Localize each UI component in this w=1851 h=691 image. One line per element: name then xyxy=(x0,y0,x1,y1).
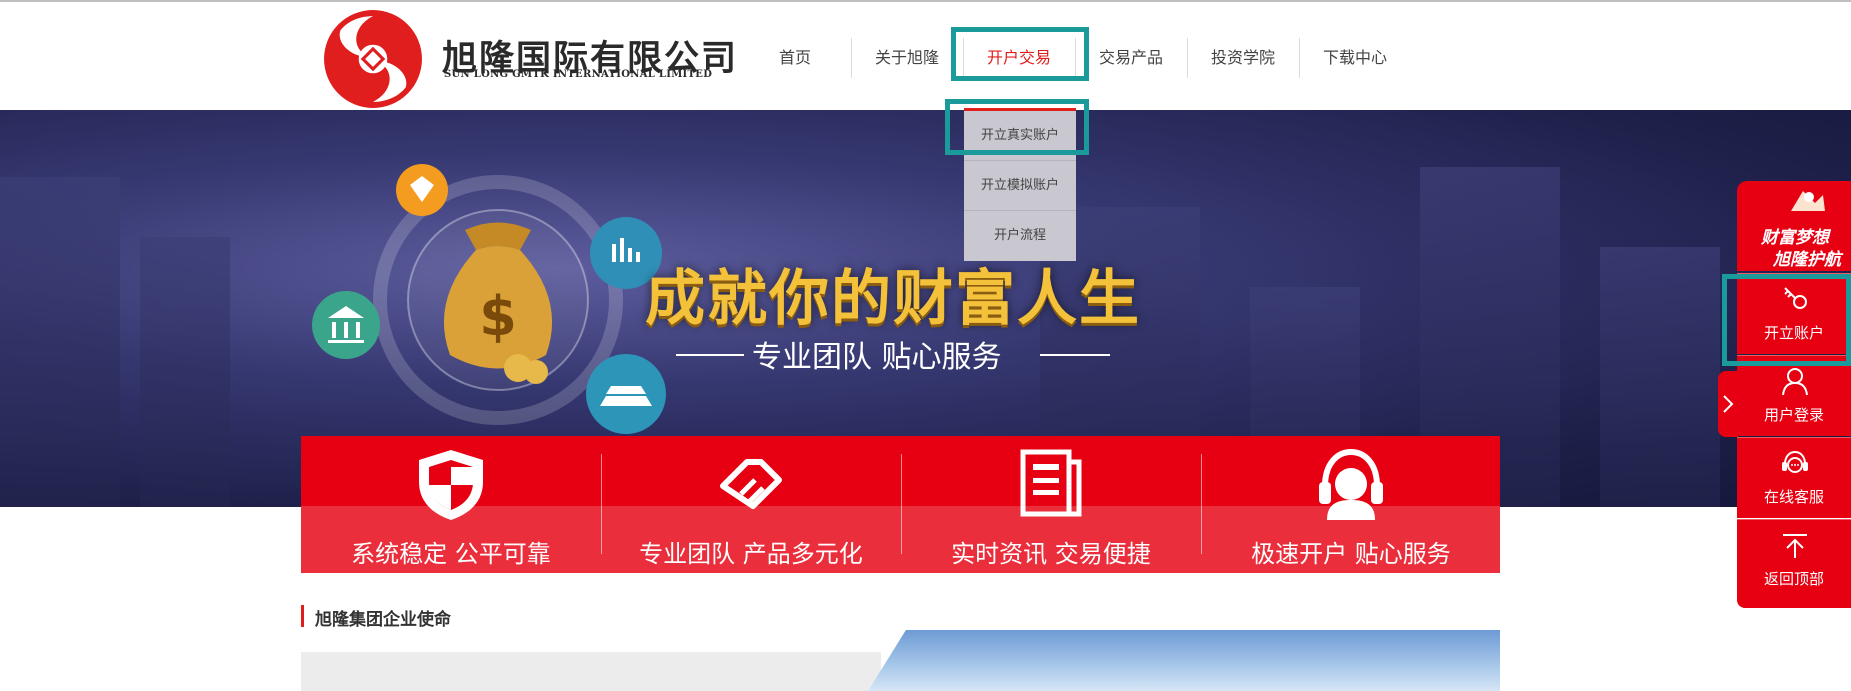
sidebar-online-service[interactable]: 在线客服 xyxy=(1737,437,1851,518)
mission-section-title: 旭隆集团企业使命 xyxy=(315,610,451,630)
features-strip: 系统稳定 公平可靠 专业团队 产品多元化 实时资讯 交易便捷 极速开户 贴心服务 xyxy=(301,436,1500,573)
feature-label: 实时资讯 交易便捷 xyxy=(951,540,1151,568)
dropdown-item-account-process[interactable]: 开户流程 xyxy=(964,211,1076,260)
feature-fast-open: 极速开户 贴心服务 xyxy=(1201,436,1500,573)
handshake-icon xyxy=(720,459,782,509)
section-accent-bar xyxy=(301,605,304,627)
mission-city-image xyxy=(868,630,1500,691)
slogan-line-right xyxy=(1040,354,1110,356)
sidebar-slogan-line2: 旭隆护航 xyxy=(1773,250,1841,270)
chat-icon xyxy=(1782,450,1808,473)
nav-academy[interactable]: 投资学院 xyxy=(1190,38,1296,78)
sidebar-back-to-top[interactable]: 返回顶部 xyxy=(1737,519,1851,608)
slogan-line-left xyxy=(676,354,744,356)
dropdown-item-demo-account[interactable]: 开立模拟账户 xyxy=(964,161,1076,211)
building-silhouette xyxy=(0,177,120,507)
sidebar-collapse-tab[interactable] xyxy=(1718,371,1738,437)
document-icon xyxy=(1020,449,1082,517)
user-icon xyxy=(1782,368,1808,396)
headset-icon xyxy=(1319,448,1383,520)
highlight-real-account xyxy=(945,99,1089,155)
sidebar-item-label: 在线客服 xyxy=(1763,488,1824,506)
chevron-right-icon xyxy=(1723,395,1734,413)
nav-divider xyxy=(1299,38,1300,78)
banner-subheadline: 专业团队 贴心服务 xyxy=(752,340,1002,375)
mission-text-panel xyxy=(301,652,881,691)
feature-label: 系统稳定 公平可靠 xyxy=(351,540,551,568)
banner-headline: 成就你的财富人生 xyxy=(645,264,1141,334)
feature-label: 专业团队 产品多元化 xyxy=(639,540,863,568)
sidebar-item-label: 返回顶部 xyxy=(1763,570,1824,588)
company-name-en: SUN LONG GMTK INTERNATIONAL LIMITED xyxy=(444,69,713,80)
nav-download[interactable]: 下载中心 xyxy=(1302,38,1408,78)
highlight-nav-open-account xyxy=(951,27,1089,81)
right-float-sidebar: 财富梦想 旭隆护航 开立账户 用户登录 在线客服 返回顶部 xyxy=(1737,181,1851,609)
shield-icon xyxy=(419,450,483,520)
feature-stable: 系统稳定 公平可靠 xyxy=(301,436,601,573)
company-logo-icon[interactable] xyxy=(322,8,424,110)
nav-products[interactable]: 交易产品 xyxy=(1078,38,1184,78)
building-silhouette xyxy=(140,237,230,507)
highlight-sidebar-open-account xyxy=(1722,274,1851,366)
feature-team: 专业团队 产品多元化 xyxy=(601,436,901,573)
feature-news: 实时资讯 交易便捷 xyxy=(901,436,1201,573)
sidebar-mascot-illustration xyxy=(1791,191,1825,211)
nav-divider xyxy=(1187,38,1188,78)
nav-home[interactable]: 首页 xyxy=(742,38,848,78)
svg-text:$: $ xyxy=(479,285,517,348)
nav-divider xyxy=(851,38,852,78)
arrow-up-icon xyxy=(1783,534,1807,558)
sidebar-user-login[interactable]: 用户登录 xyxy=(1737,355,1851,436)
money-bag-illustration: $ xyxy=(312,164,666,480)
feature-label: 极速开户 贴心服务 xyxy=(1251,540,1451,568)
sidebar-item-label: 用户登录 xyxy=(1763,406,1824,424)
sidebar-slogan-panel: 财富梦想 旭隆护航 xyxy=(1737,181,1851,271)
nav-about[interactable]: 关于旭隆 xyxy=(854,38,960,78)
building-silhouette xyxy=(1600,247,1720,507)
site-header: 旭隆国际有限公司 SUN LONG GMTK INTERNATIONAL LIM… xyxy=(0,2,1851,110)
